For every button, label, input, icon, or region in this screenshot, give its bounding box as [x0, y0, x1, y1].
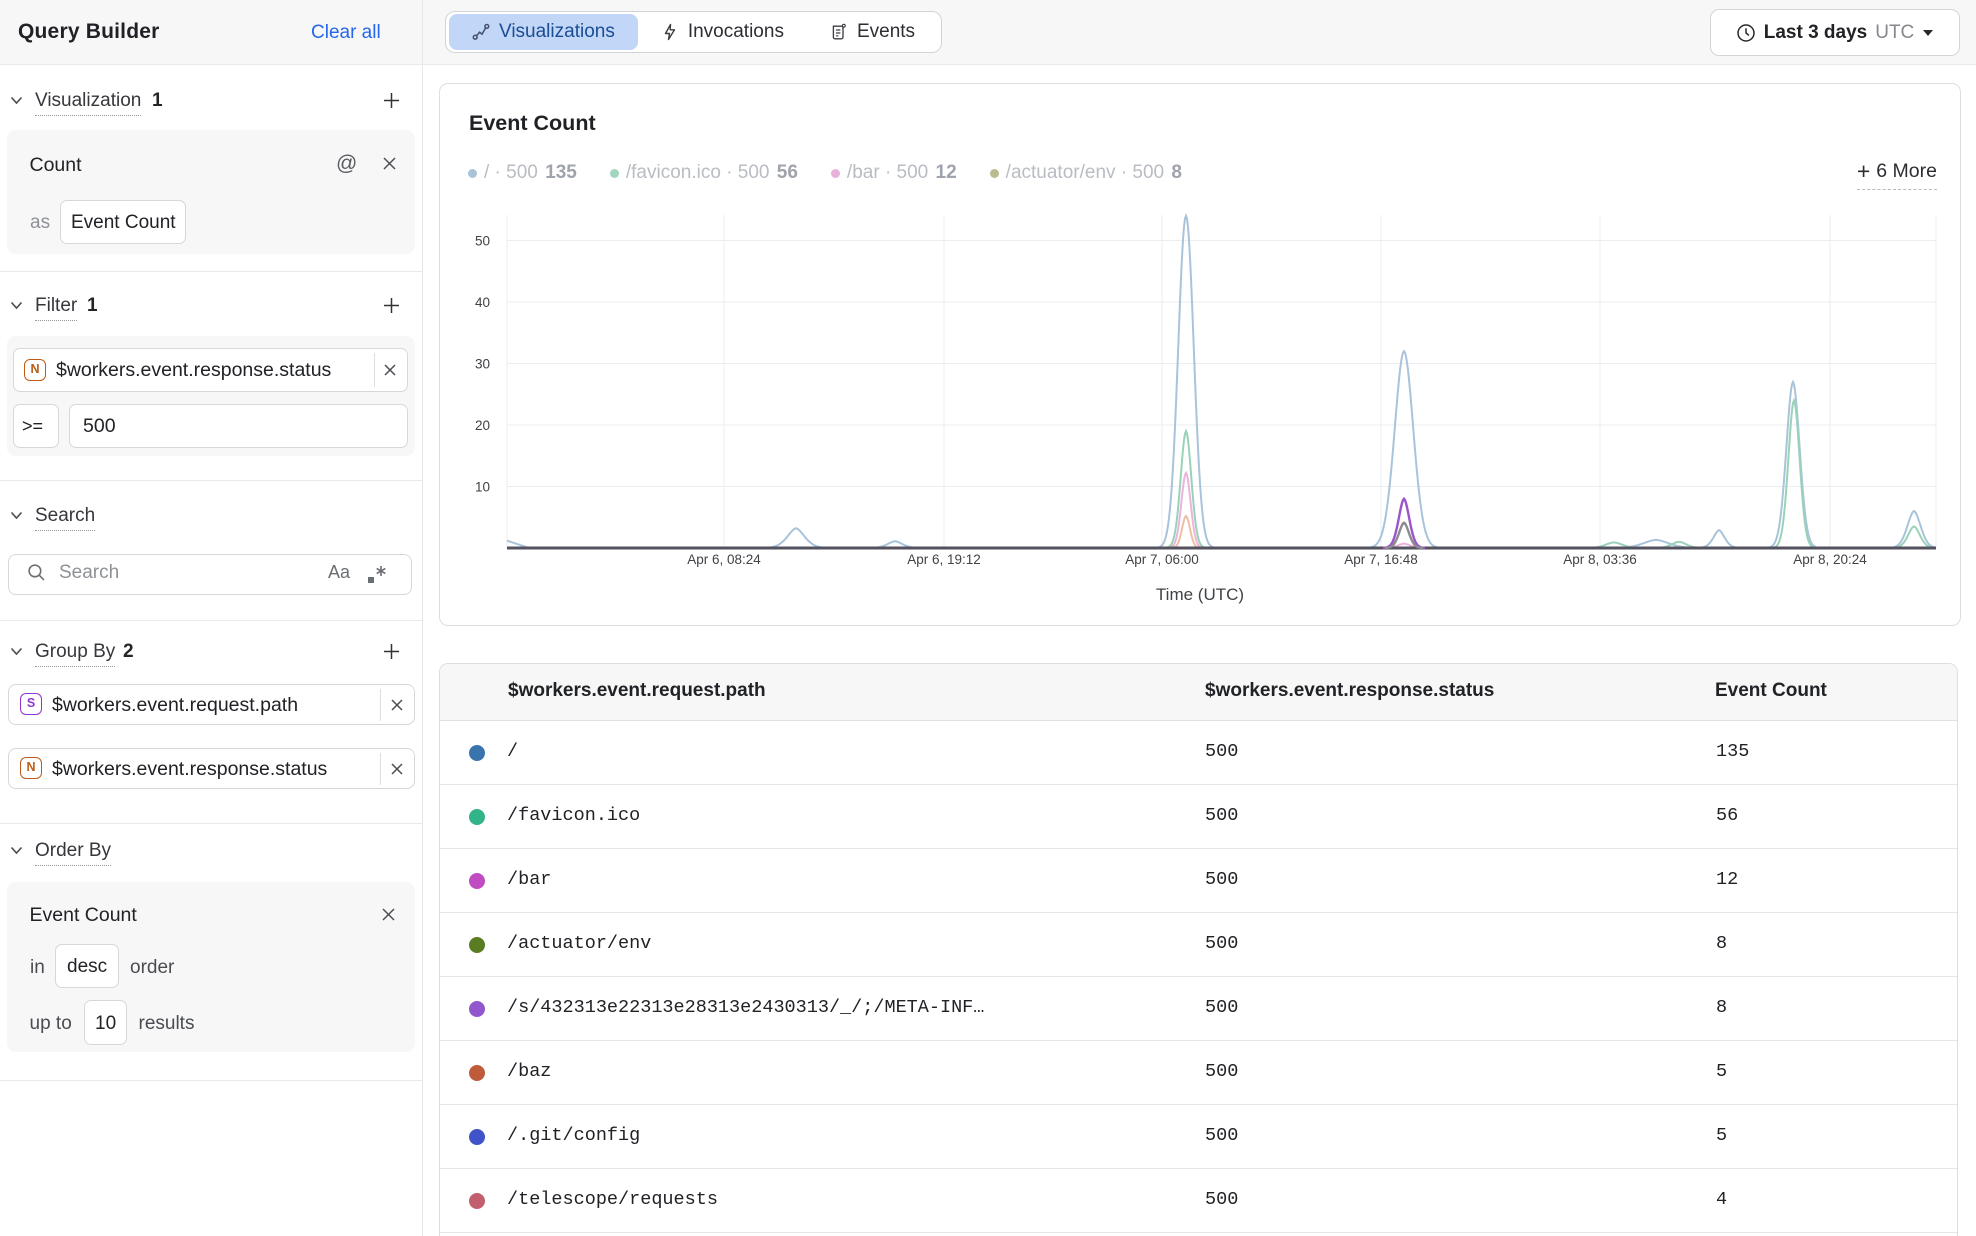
- svg-text:50: 50: [475, 234, 490, 249]
- svg-text:40: 40: [475, 295, 490, 310]
- svg-text:30: 30: [475, 357, 490, 372]
- svg-text:Apr 8, 03:36: Apr 8, 03:36: [1563, 552, 1637, 567]
- svg-text:Time (UTC): Time (UTC): [1156, 585, 1244, 604]
- svg-text:Apr 8, 20:24: Apr 8, 20:24: [1793, 552, 1867, 567]
- svg-text:Apr 7, 16:48: Apr 7, 16:48: [1344, 552, 1418, 567]
- svg-text:20: 20: [475, 418, 490, 433]
- svg-text:Apr 6, 08:24: Apr 6, 08:24: [687, 552, 761, 567]
- svg-text:Apr 7, 06:00: Apr 7, 06:00: [1125, 552, 1199, 567]
- svg-text:Apr 6, 19:12: Apr 6, 19:12: [907, 552, 981, 567]
- svg-text:10: 10: [475, 480, 490, 495]
